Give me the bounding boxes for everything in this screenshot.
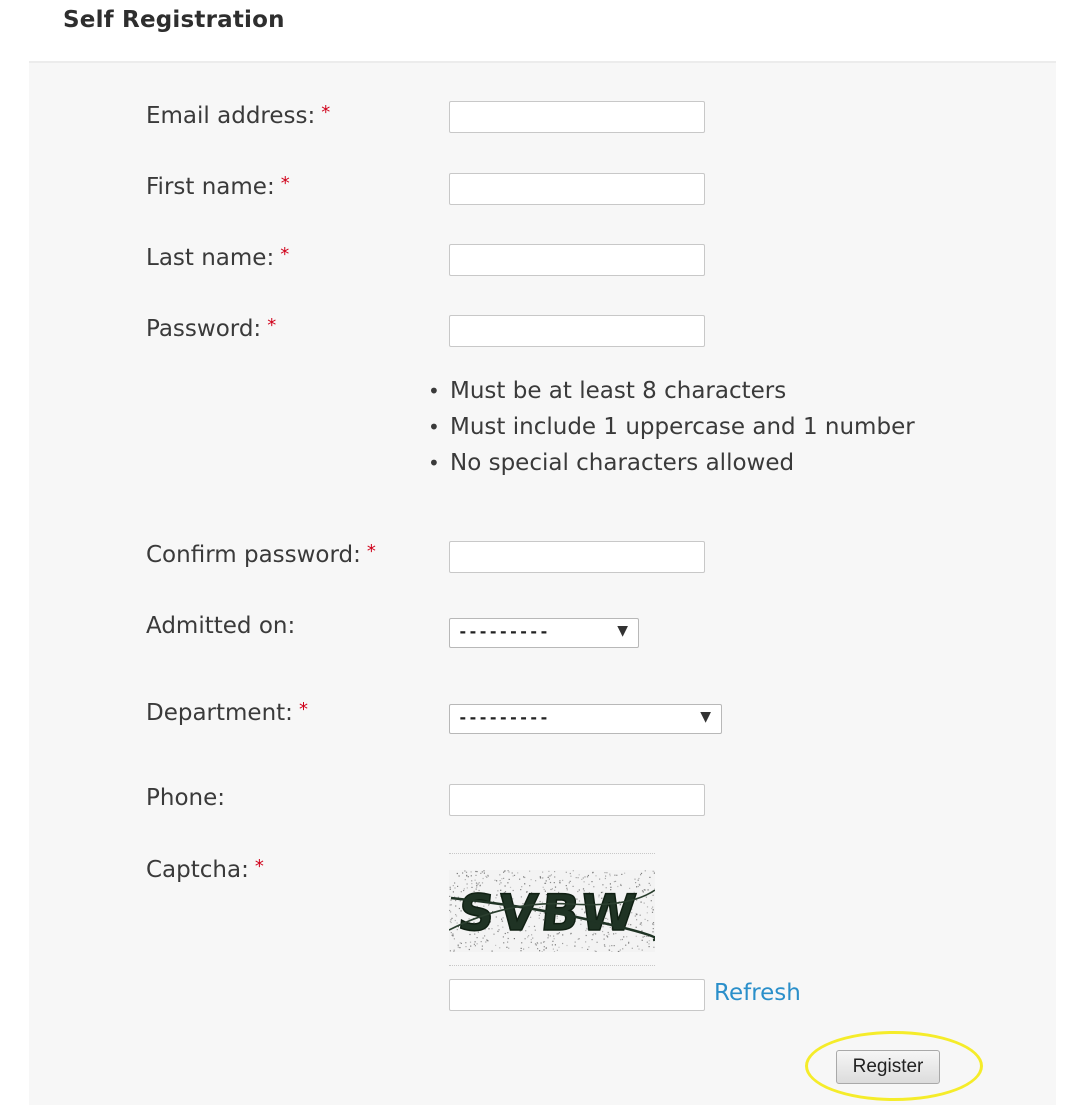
- password-rules-list: • Must be at least 8 characters • Must inc…: [428, 373, 915, 481]
- department-label: Department: *: [146, 699, 308, 726]
- password-rule: • Must include 1 uppercase and 1 number: [428, 409, 915, 445]
- captcha-image: SVBW: [449, 870, 655, 952]
- first-name-field[interactable]: [449, 173, 705, 205]
- required-marker: *: [280, 173, 290, 194]
- first-name-label: First name: *: [146, 173, 290, 200]
- department-select[interactable]: --------- ▼: [449, 704, 722, 734]
- admitted-on-label: Admitted on:: [146, 613, 295, 639]
- confirm-password-label-text: Confirm password:: [146, 542, 361, 568]
- captcha-label-text: Captcha:: [146, 857, 249, 883]
- phone-label: Phone:: [146, 785, 225, 811]
- captcha-label: Captcha: *: [146, 856, 264, 883]
- captcha-refresh-link[interactable]: Refresh: [714, 980, 801, 1006]
- password-rule: • Must be at least 8 characters: [428, 373, 915, 409]
- bullet-icon: •: [428, 415, 440, 439]
- page-title: Self Registration: [63, 7, 285, 33]
- required-marker: *: [366, 541, 376, 562]
- last-name-label-text: Last name:: [146, 245, 275, 271]
- confirm-password-label: Confirm password: *: [146, 541, 376, 568]
- dropdown-arrow-icon: ▼: [617, 623, 628, 639]
- dropdown-arrow-icon: ▼: [700, 709, 711, 725]
- last-name-label: Last name: *: [146, 244, 289, 271]
- register-button[interactable]: Register: [836, 1050, 940, 1084]
- confirm-password-field[interactable]: [449, 541, 705, 573]
- password-rule-text: Must be at least 8 characters: [450, 378, 787, 404]
- password-rule: • No special characters allowed: [428, 445, 915, 481]
- required-marker: *: [254, 856, 264, 877]
- bullet-icon: •: [428, 379, 440, 403]
- password-label: Password: *: [146, 315, 276, 342]
- last-name-field[interactable]: [449, 244, 705, 276]
- required-marker: *: [298, 699, 308, 720]
- required-marker: *: [321, 102, 331, 123]
- admitted-on-selected-value: ---------: [458, 622, 550, 641]
- admitted-on-label-text: Admitted on:: [146, 613, 296, 639]
- admitted-on-select[interactable]: --------- ▼: [449, 618, 639, 648]
- bullet-icon: •: [428, 451, 440, 475]
- email-field[interactable]: [449, 101, 705, 133]
- password-label-text: Password:: [146, 316, 262, 342]
- required-marker: *: [280, 244, 290, 265]
- password-rule-text: No special characters allowed: [450, 450, 795, 476]
- department-label-text: Department:: [146, 700, 293, 726]
- email-label-text: Email address:: [146, 103, 316, 129]
- phone-field[interactable]: [449, 784, 705, 816]
- password-field[interactable]: [449, 315, 705, 347]
- captcha-image-frame: SVBW: [449, 853, 655, 966]
- captcha-input[interactable]: [449, 979, 705, 1011]
- required-marker: *: [267, 315, 277, 336]
- email-label: Email address: *: [146, 102, 330, 129]
- first-name-label-text: First name:: [146, 174, 275, 200]
- phone-label-text: Phone:: [146, 785, 225, 811]
- department-selected-value: ---------: [458, 708, 550, 727]
- password-rule-text: Must include 1 uppercase and 1 number: [450, 414, 915, 440]
